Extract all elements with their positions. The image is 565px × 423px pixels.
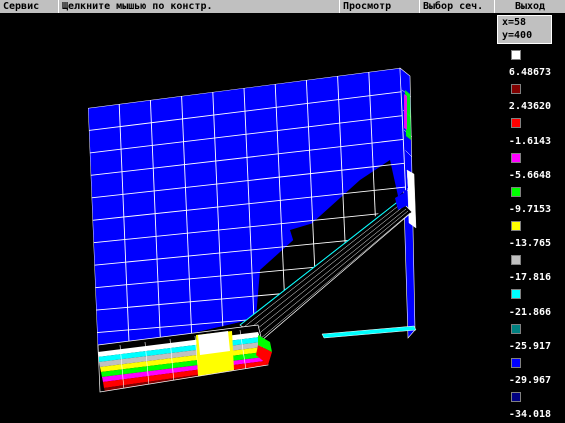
legend-swatch — [511, 357, 521, 368]
cursor-coordinates: x=58 y=400 — [497, 15, 552, 44]
legend-swatch — [511, 392, 521, 402]
menu-section-select[interactable]: Выбор сеч. — [420, 0, 495, 13]
legend-swatch — [511, 221, 521, 231]
color-legend: 6.48673 2.43620 -1.6143 -5.6648 -9.7153 -13.7… — [495, 44, 565, 423]
legend-label: -29.967 — [508, 375, 552, 386]
legend-label: -25.917 — [508, 340, 552, 352]
legend-label: -9.7153 — [508, 204, 552, 215]
legend-swatch — [511, 152, 521, 163]
status-hint: Щелкните мышью по констр. — [59, 0, 340, 13]
upper-mesh-region — [88, 68, 408, 355]
legend-label: 6.48673 — [508, 67, 552, 79]
legend-swatch — [511, 323, 521, 334]
legend-label: -13.765 — [508, 238, 552, 250]
menu-exit[interactable]: Выход — [495, 0, 565, 13]
menu-view[interactable]: Просмотр — [340, 0, 420, 13]
legend-swatch — [511, 50, 521, 60]
legend-label: 2.43620 — [508, 101, 552, 113]
legend-swatch — [511, 289, 521, 300]
legend-swatch — [511, 84, 521, 95]
screen: Сервис Щелкните мышью по констр. Просмот… — [0, 0, 565, 423]
legend-swatch — [511, 118, 521, 129]
legend-swatch — [511, 186, 521, 197]
menu-service[interactable]: Сервис — [0, 0, 59, 13]
legend-label: -34.018 — [508, 409, 552, 421]
coord-x: x=58 — [502, 17, 527, 28]
menu-bar: Сервис Щелкните мышью по констр. Просмот… — [0, 0, 565, 13]
legend-label: -17.816 — [508, 272, 552, 284]
coord-y: y=400 — [502, 30, 533, 41]
legend-label: -5.6648 — [508, 169, 552, 181]
legend-label: -21.866 — [508, 306, 552, 318]
legend-label: -1.6143 — [508, 135, 552, 147]
fem-model-view[interactable] — [0, 0, 565, 423]
legend-swatch — [511, 255, 521, 266]
